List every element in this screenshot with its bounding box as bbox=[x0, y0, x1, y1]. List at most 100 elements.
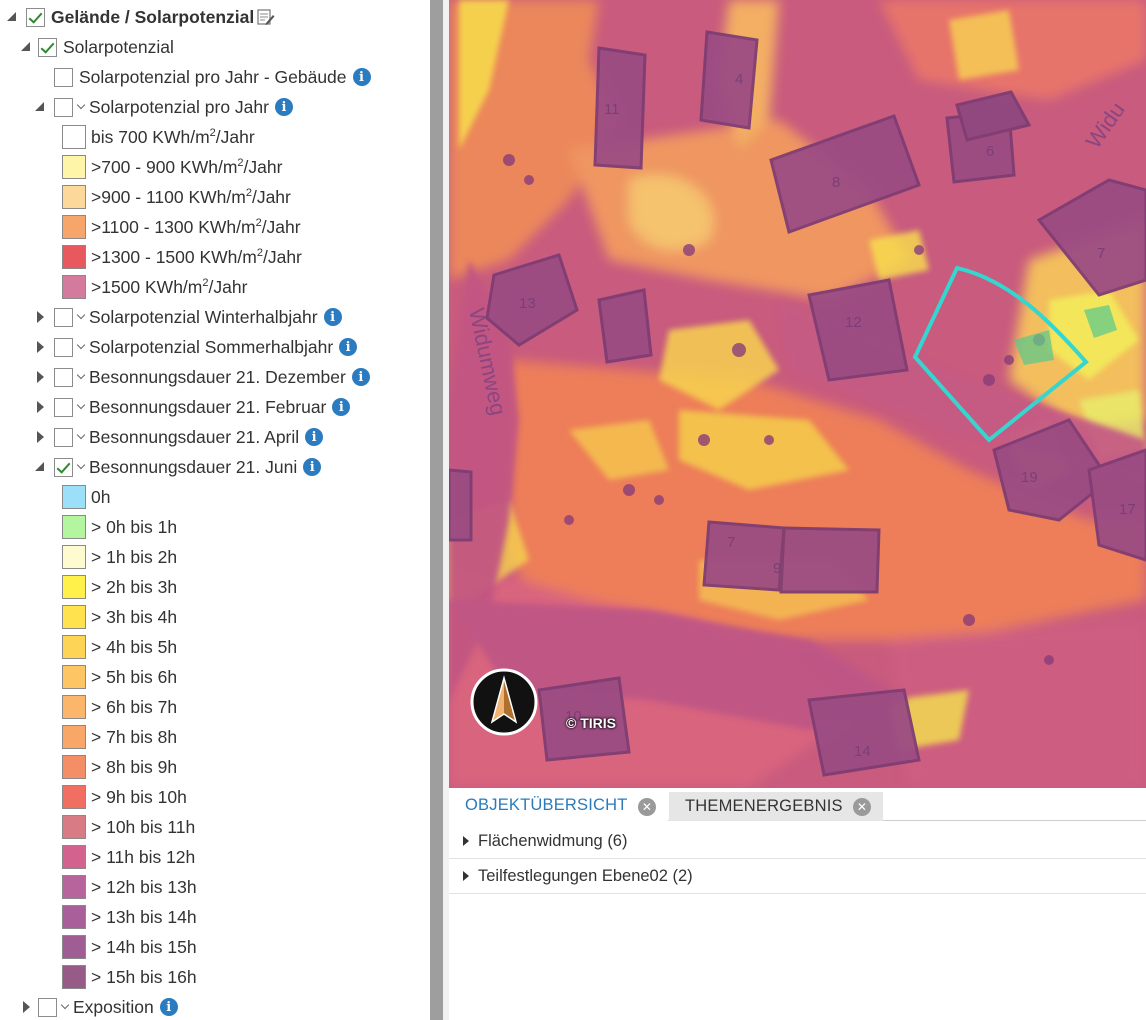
expand-triangle-icon[interactable] bbox=[34, 401, 46, 413]
legend-item: >1500 KWh/m2/Jahr bbox=[62, 272, 247, 302]
checkbox-gelaende[interactable] bbox=[26, 7, 45, 27]
info-icon[interactable]: i bbox=[339, 338, 358, 356]
legend-item: > 2h bis 3h bbox=[62, 572, 177, 602]
close-icon[interactable]: ✕ bbox=[638, 798, 656, 816]
house-number: 8 bbox=[832, 174, 840, 191]
tree-node-winter[interactable]: Solarpotenzial Winterhalbjahr i bbox=[34, 302, 342, 332]
legend-swatch bbox=[62, 125, 86, 149]
legend-swatch bbox=[62, 215, 86, 239]
legend-swatch bbox=[62, 485, 86, 509]
tree-node-sommer[interactable]: Solarpotenzial Sommerhalbjahr i bbox=[34, 332, 358, 362]
legend-item: >1300 - 1500 KWh/m2/Jahr bbox=[62, 242, 302, 272]
house-number: 14 bbox=[854, 743, 871, 760]
map-canvas[interactable]: 4 11 6 8 7 13 12 19 17 7 9 10 14 Widumwe… bbox=[449, 0, 1146, 788]
info-icon[interactable]: i bbox=[332, 398, 351, 416]
house-number: 13 bbox=[519, 295, 536, 312]
tab-themenergebnis[interactable]: THEMENERGEBNIS ✕ bbox=[669, 792, 883, 821]
map-view[interactable]: 4 11 6 8 7 13 12 19 17 7 9 10 14 Widumwe… bbox=[449, 0, 1146, 788]
legend-item: > 13h bis 14h bbox=[62, 902, 197, 932]
legend-item: > 4h bis 5h bbox=[62, 632, 177, 662]
north-arrow-compass-icon[interactable] bbox=[470, 668, 538, 736]
chevron-down-icon[interactable] bbox=[75, 461, 87, 473]
house-number: 17 bbox=[1119, 501, 1136, 518]
checkbox-april[interactable] bbox=[54, 427, 73, 447]
tree-node-exposition[interactable]: Exposition i bbox=[20, 992, 178, 1020]
checkbox-winter[interactable] bbox=[54, 307, 73, 327]
tree-node-gelaende[interactable]: Gelände / Solarpotenzial bbox=[6, 2, 275, 32]
info-icon[interactable]: i bbox=[323, 308, 342, 326]
tree-node-solarpotenzial[interactable]: Solarpotenzial bbox=[20, 32, 174, 62]
collapse-triangle-icon[interactable] bbox=[34, 461, 46, 473]
checkbox-dezember[interactable] bbox=[54, 367, 73, 387]
tree-node-februar[interactable]: Besonnungsdauer 21. Februar i bbox=[34, 392, 351, 422]
legend-swatch bbox=[62, 965, 86, 989]
checkbox-solarpotenzial[interactable] bbox=[38, 37, 57, 57]
legend-item: > 15h bis 16h bbox=[62, 962, 197, 992]
legend-label: > 2h bis 3h bbox=[91, 576, 178, 597]
legend-item: > 9h bis 10h bbox=[62, 782, 187, 812]
info-icon[interactable]: i bbox=[303, 458, 322, 476]
expand-triangle-icon[interactable] bbox=[34, 371, 46, 383]
map-copyright: © TIRIS bbox=[566, 715, 616, 731]
expand-triangle-icon[interactable] bbox=[34, 431, 46, 443]
house-number: 4 bbox=[735, 71, 743, 88]
checkbox-juni[interactable] bbox=[54, 457, 73, 477]
panel-splitter[interactable] bbox=[430, 0, 443, 1020]
info-icon[interactable]: i bbox=[352, 68, 371, 86]
expand-triangle-icon[interactable] bbox=[34, 311, 46, 323]
checkbox-februar[interactable] bbox=[54, 397, 73, 417]
edit-icon[interactable] bbox=[257, 8, 275, 26]
legend-item: > 0h bis 1h bbox=[62, 512, 177, 542]
house-number: 7 bbox=[727, 534, 735, 551]
close-icon[interactable]: ✕ bbox=[853, 798, 871, 816]
info-icon[interactable]: i bbox=[351, 368, 370, 386]
legend-item: > 6h bis 7h bbox=[62, 692, 177, 722]
chevron-down-icon[interactable] bbox=[75, 371, 87, 383]
tree-node-gebaeude[interactable]: Solarpotenzial pro Jahr - Gebäude i bbox=[54, 62, 371, 92]
tree-node-april[interactable]: Besonnungsdauer 21. April i bbox=[34, 422, 324, 452]
checkbox-exposition[interactable] bbox=[38, 997, 57, 1017]
checkbox-jahr[interactable] bbox=[54, 97, 73, 117]
legend-label: >1100 - 1300 KWh/m2/Jahr bbox=[91, 216, 301, 237]
tree-node-juni[interactable]: Besonnungsdauer 21. Juni i bbox=[34, 452, 322, 482]
legend-swatch bbox=[62, 605, 86, 629]
tab-bar: OBJEKTÜBERSICHT ✕ THEMENERGEBNIS ✕ bbox=[449, 788, 1146, 821]
collapse-triangle-icon[interactable] bbox=[20, 41, 32, 53]
expand-triangle-icon[interactable] bbox=[34, 341, 46, 353]
legend-label: > 10h bis 11h bbox=[91, 816, 196, 837]
node-label: Exposition bbox=[73, 996, 154, 1017]
list-item-flaechenwidmung[interactable]: Flächenwidmung (6) bbox=[449, 824, 1146, 859]
checkbox-sommer[interactable] bbox=[54, 337, 73, 357]
legend-label: > 3h bis 4h bbox=[91, 606, 178, 627]
expand-triangle-icon[interactable] bbox=[463, 836, 469, 846]
chevron-down-icon[interactable] bbox=[75, 401, 87, 413]
chevron-down-icon[interactable] bbox=[75, 101, 87, 113]
chevron-down-icon[interactable] bbox=[75, 431, 87, 443]
tree-node-dezember[interactable]: Besonnungsdauer 21. Dezember i bbox=[34, 362, 370, 392]
legend-label: > 0h bis 1h bbox=[91, 516, 178, 537]
legend-label: > 6h bis 7h bbox=[91, 696, 178, 717]
tab-objektuebersicht[interactable]: OBJEKTÜBERSICHT ✕ bbox=[449, 792, 668, 821]
info-icon[interactable]: i bbox=[159, 998, 178, 1016]
chevron-down-icon[interactable] bbox=[75, 341, 87, 353]
house-number: 11 bbox=[604, 101, 620, 118]
list-item-teilfestlegungen[interactable]: Teilfestlegungen Ebene02 (2) bbox=[449, 859, 1146, 894]
house-number: 19 bbox=[1021, 469, 1038, 486]
legend-item: > 8h bis 9h bbox=[62, 752, 177, 782]
legend-swatch bbox=[62, 755, 86, 779]
legend-label: > 8h bis 9h bbox=[91, 756, 178, 777]
info-icon[interactable]: i bbox=[305, 428, 324, 446]
tab-label: THEMENERGEBNIS bbox=[685, 797, 843, 815]
collapse-triangle-icon[interactable] bbox=[6, 11, 18, 23]
checkbox-gebaeude[interactable] bbox=[54, 67, 73, 87]
legend-label: > 13h bis 14h bbox=[91, 906, 197, 927]
expand-triangle-icon[interactable] bbox=[463, 871, 469, 881]
node-label: Besonnungsdauer 21. Februar bbox=[89, 396, 327, 417]
legend-swatch bbox=[62, 845, 86, 869]
chevron-down-icon[interactable] bbox=[75, 311, 87, 323]
tree-node-jahr[interactable]: Solarpotenzial pro Jahr i bbox=[34, 92, 293, 122]
chevron-down-icon[interactable] bbox=[59, 1001, 71, 1013]
expand-triangle-icon[interactable] bbox=[20, 1001, 32, 1013]
collapse-triangle-icon[interactable] bbox=[34, 101, 46, 113]
info-icon[interactable]: i bbox=[274, 98, 293, 116]
